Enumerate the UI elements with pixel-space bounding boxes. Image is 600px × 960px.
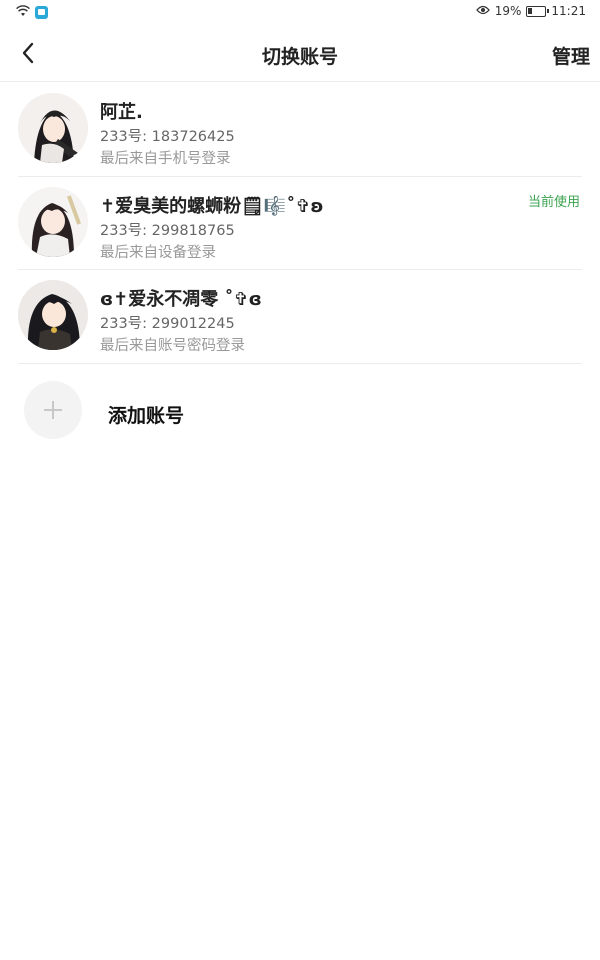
account-id: 233号: 183726425 — [100, 129, 235, 145]
last-login-method: 最后来自账号密码登录 — [100, 338, 245, 354]
account-item[interactable]: ✝爱臭美的螺蛳粉🗒🎼˚✞ʚ 233号: 299818765 最后来自设备登录 当… — [18, 177, 582, 270]
account-id: 233号: 299012245 — [100, 316, 235, 332]
plus-icon — [24, 381, 82, 439]
battery-icon — [526, 5, 550, 17]
battery-percent: 19% — [494, 4, 522, 18]
status-bar: 19% 11:21 — [0, 0, 600, 24]
avatar — [18, 93, 88, 163]
add-account-label: 添加账号 — [108, 405, 185, 427]
avatar — [18, 280, 88, 350]
account-name: ɞ✝爱永不凋零 ˚✞ɞ — [100, 289, 262, 310]
last-login-method: 最后来自手机号登录 — [100, 151, 231, 167]
last-login-method: 最后来自设备登录 — [100, 244, 216, 261]
account-list: 阿芷. 233号: 183726425 最后来自手机号登录 ✝爱臭美的螺蛳粉🗒🎼… — [0, 83, 600, 364]
page-title: 切换账号 — [261, 46, 338, 68]
app-notification-icon — [35, 6, 48, 19]
add-account-button[interactable]: 添加账号 — [24, 381, 424, 441]
account-item[interactable]: 阿芷. 233号: 183726425 最后来自手机号登录 — [18, 83, 582, 177]
clock: 11:21 — [551, 4, 586, 18]
top-bar: 切换账号 管理 — [0, 24, 600, 82]
wifi-icon — [16, 5, 30, 20]
account-name: 阿芷. — [100, 102, 143, 123]
avatar — [18, 186, 88, 257]
account-item[interactable]: ɞ✝爱永不凋零 ˚✞ɞ 233号: 299012245 最后来自账号密码登录 — [18, 270, 582, 364]
account-name: ✝爱臭美的螺蛳粉🗒🎼˚✞ʚ — [100, 195, 324, 217]
eye-icon — [475, 4, 490, 18]
current-account-badge: 当前使用 — [527, 194, 580, 210]
account-id: 233号: 299818765 — [100, 222, 235, 239]
manage-button[interactable]: 管理 — [552, 42, 590, 69]
